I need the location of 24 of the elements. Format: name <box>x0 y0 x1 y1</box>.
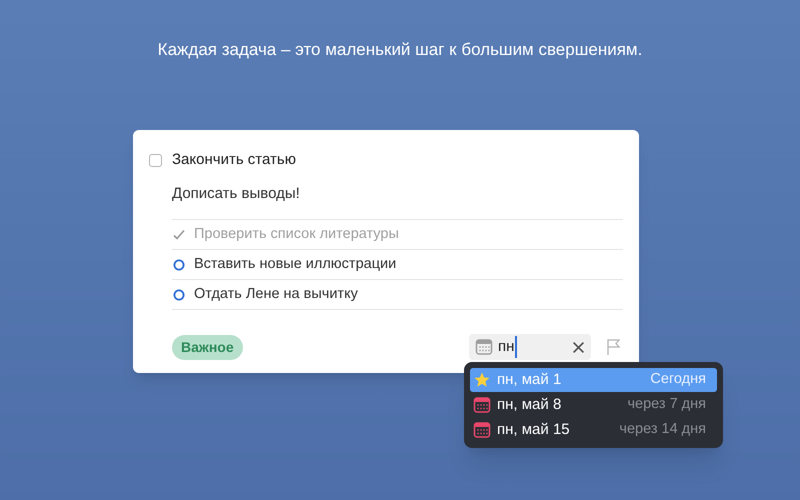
calendar-icon <box>473 421 491 439</box>
suggestion-item[interactable]: пн, май 15 через 14 дня <box>470 418 717 442</box>
date-field[interactable]: пн <box>469 334 591 360</box>
suggestion-date: пн, май 1 <box>497 370 562 390</box>
suggestion-hint: через 14 дня <box>619 420 707 440</box>
calendar-icon <box>475 338 493 356</box>
circle-icon[interactable] <box>172 288 186 302</box>
date-input[interactable]: пн <box>498 336 518 358</box>
calendar-icon <box>473 396 491 414</box>
task-title[interactable]: Закончить статью <box>172 149 296 172</box>
suggestion-hint: через 7 дня <box>627 395 707 414</box>
checklist-item[interactable]: Вставить новые иллюстрации <box>194 254 396 276</box>
checklist-item[interactable]: Отдать Лене на вычитку <box>194 284 358 306</box>
close-icon[interactable] <box>572 340 585 354</box>
circle-icon[interactable] <box>172 258 186 272</box>
suggestion-hint: Сегодня <box>650 370 707 390</box>
task-notes[interactable]: Дописать выводы! <box>172 182 623 205</box>
suggestion-item[interactable]: пн, май 8 через 7 дня <box>470 393 717 417</box>
suggestion-date: пн, май 8 <box>497 394 562 415</box>
checkmark-icon[interactable] <box>172 228 186 242</box>
headline: Каждая задача – это маленький шаг к большим свершениям. <box>158 39 642 61</box>
star-icon <box>473 371 491 389</box>
suggestion-date: пн, май 15 <box>497 420 570 440</box>
task-checkbox[interactable] <box>149 154 162 167</box>
